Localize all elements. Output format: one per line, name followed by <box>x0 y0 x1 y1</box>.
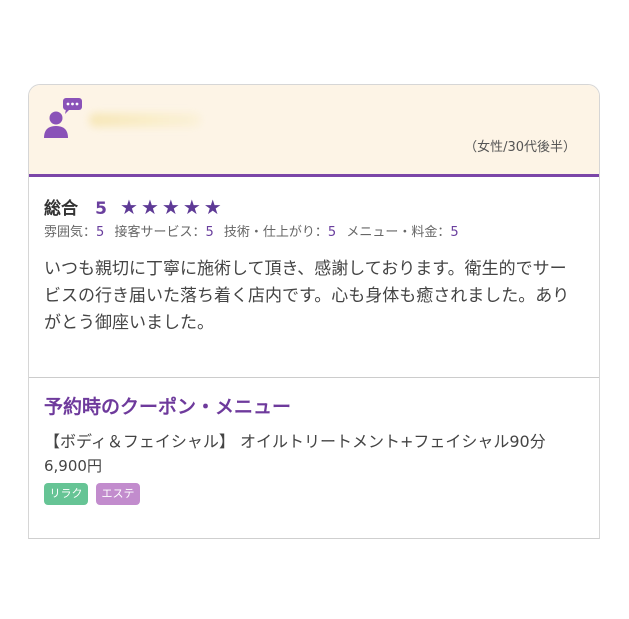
sub-rating-value: 5 <box>327 225 337 240</box>
page: （女性/30代後半） 総合 5 ★★★★★ 雰囲気：5 接客サービス：5 技術・… <box>0 0 629 619</box>
sub-rating-menu-price: メニュー・料金：5 <box>346 225 458 240</box>
sub-ratings: 雰囲気：5 接客サービス：5 技術・仕上がり：5 メニュー・料金：5 <box>44 224 576 242</box>
overall-label: 総合 <box>44 199 78 219</box>
tag-relax: リラク <box>44 483 88 505</box>
reviewer-meta: （女性/30代後半） <box>464 140 576 155</box>
coupon-title: 【ボディ＆フェイシャル】 オイルトリートメント+フェイシャル90分 <box>44 432 546 451</box>
coupon-price: 6,900円 <box>44 457 102 475</box>
sub-rating-value: 5 <box>450 225 459 240</box>
overall-rating: 総合 5 ★★★★★ <box>44 195 576 219</box>
user-comment-icon <box>44 98 82 138</box>
sub-rating-label: 技術・仕上がり： <box>223 225 328 240</box>
sub-rating-atmosphere: 雰囲気：5 <box>44 225 108 240</box>
review-text: いつも親切に丁寧に施術して頂き、感謝しております。衛生的でサービスの行き届いた落… <box>44 259 570 333</box>
blurred-reviewer-name <box>89 113 201 127</box>
overall-value: 5 <box>95 199 107 219</box>
sub-rating-label: 雰囲気： <box>44 225 97 240</box>
coupon-tags: リラク エステ <box>44 483 576 505</box>
sub-rating-label: 接客サービス： <box>114 225 206 240</box>
sub-rating-value: 5 <box>205 225 214 240</box>
coupon-heading: 予約時のクーポン・メニュー <box>44 396 292 418</box>
rating-stars: ★★★★★ <box>120 195 225 219</box>
review-header: （女性/30代後半） <box>29 85 599 177</box>
review-card: （女性/30代後半） 総合 5 ★★★★★ 雰囲気：5 接客サービス：5 技術・… <box>28 84 600 539</box>
sub-rating-technique: 技術・仕上がり：5 <box>224 225 340 240</box>
rating-section: 総合 5 ★★★★★ 雰囲気：5 接客サービス：5 技術・仕上がり：5 メニュー… <box>29 177 599 378</box>
sub-rating-service: 接客サービス：5 <box>114 225 217 240</box>
sub-rating-value: 5 <box>96 225 105 240</box>
sub-rating-label: メニュー・料金： <box>346 225 451 240</box>
coupon-section: 予約時のクーポン・メニュー 【ボディ＆フェイシャル】 オイルトリートメント+フェ… <box>29 378 599 538</box>
tag-esthetic: エステ <box>96 483 140 505</box>
